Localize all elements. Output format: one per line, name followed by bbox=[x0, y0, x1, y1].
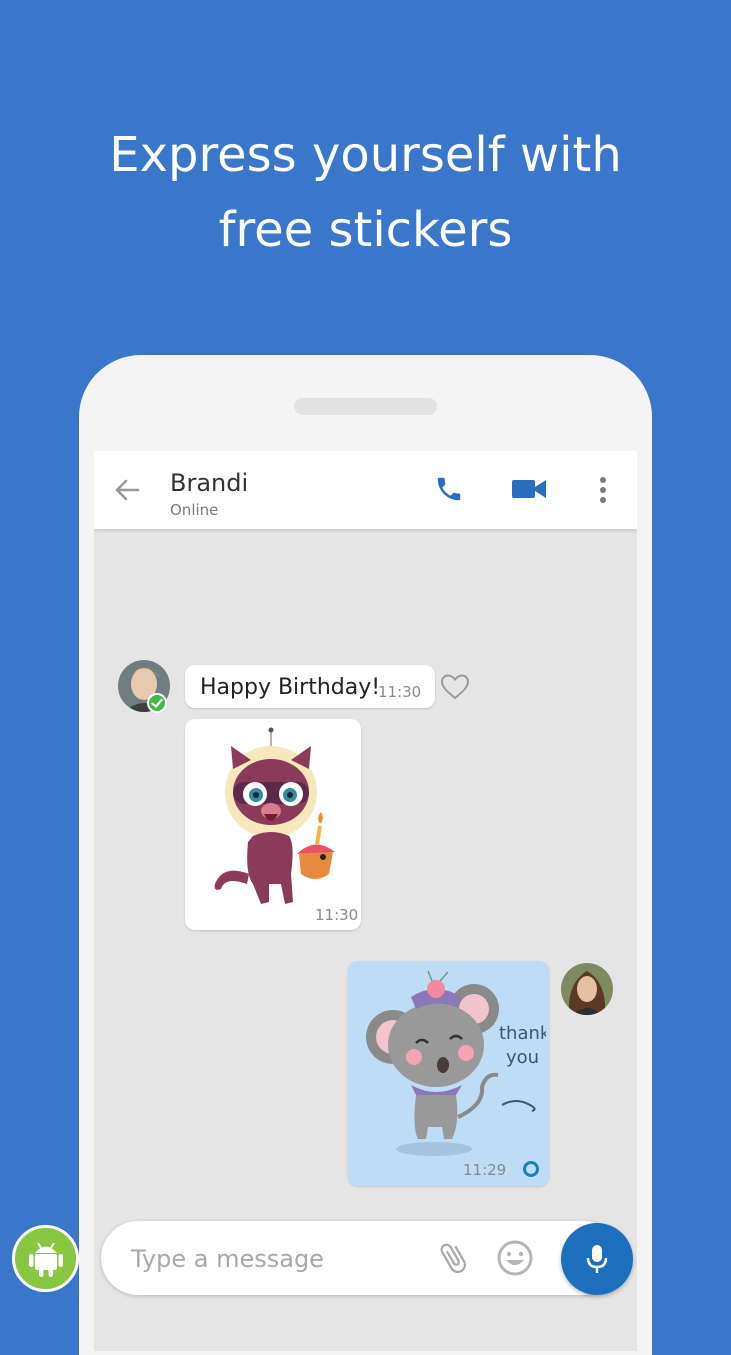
phone-icon[interactable] bbox=[434, 474, 464, 504]
my-avatar-photo bbox=[561, 963, 613, 1015]
contact-name[interactable]: Brandi bbox=[170, 469, 248, 497]
chat-screen: Brandi Online bbox=[94, 451, 637, 1351]
phone-speaker bbox=[294, 398, 437, 415]
message-time: 11:30 bbox=[378, 683, 422, 701]
message-input[interactable] bbox=[129, 1239, 433, 1279]
cat-with-cupcake-sticker bbox=[214, 727, 335, 904]
message-text: Happy Birthday! bbox=[200, 675, 381, 700]
emoji-icon[interactable] bbox=[495, 1238, 535, 1278]
incoming-sticker-message[interactable]: 11:30 bbox=[185, 719, 361, 930]
contact-status: Online bbox=[170, 501, 219, 519]
outgoing-sticker-message[interactable]: thank you 11:29 bbox=[348, 961, 549, 1186]
back-arrow-icon[interactable] bbox=[112, 475, 142, 505]
android-icon bbox=[29, 1242, 63, 1277]
phone-frame: Brandi Online bbox=[79, 355, 652, 1355]
sticker-time: 11:29 bbox=[463, 1161, 507, 1179]
message-composer bbox=[101, 1221, 621, 1295]
message-bubble[interactable]: Happy Birthday! 11:30 bbox=[185, 665, 435, 708]
more-vert-icon[interactable] bbox=[591, 475, 615, 505]
my-avatar[interactable] bbox=[561, 963, 613, 1015]
delivered-status-icon bbox=[523, 1161, 539, 1177]
microphone-button[interactable] bbox=[561, 1223, 633, 1295]
video-camera-icon[interactable] bbox=[511, 477, 547, 501]
sticker-word-thank: thank bbox=[499, 1023, 546, 1044]
online-check-icon bbox=[147, 693, 167, 713]
headline: Express yourself with free stickers bbox=[0, 118, 731, 268]
mouse-thank-you-sticker: thank you bbox=[366, 970, 546, 1156]
chat-app-bar: Brandi Online bbox=[94, 451, 637, 529]
paperclip-icon[interactable] bbox=[435, 1240, 471, 1276]
android-badge bbox=[12, 1225, 79, 1292]
microphone-icon bbox=[586, 1245, 608, 1273]
heart-icon[interactable] bbox=[440, 673, 470, 701]
headline-line-2: free stickers bbox=[218, 202, 513, 258]
headline-line-1: Express yourself with bbox=[109, 127, 622, 183]
sticker-word-you: you bbox=[506, 1047, 539, 1068]
sticker-time: 11:30 bbox=[315, 906, 359, 924]
